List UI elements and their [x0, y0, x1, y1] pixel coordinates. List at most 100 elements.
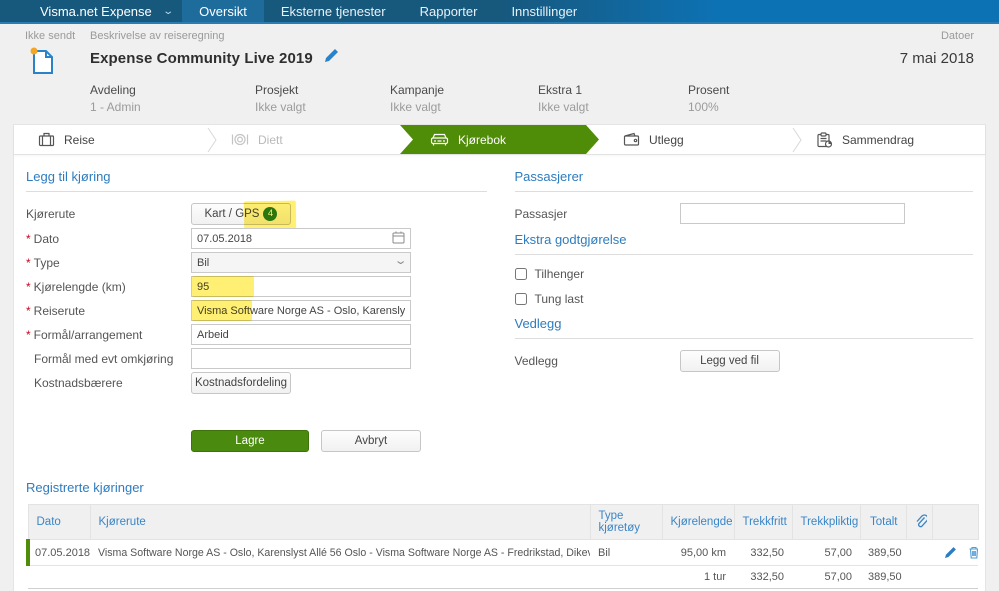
kjorelengde-input[interactable] — [191, 276, 411, 297]
tab-utlegg[interactable]: Utlegg — [599, 125, 792, 154]
tab-label: Kjørebok — [458, 132, 507, 147]
field-label: Ekstra 1 — [538, 83, 583, 97]
dato-label: * Dato — [26, 231, 60, 246]
dates-label: Datoer — [940, 30, 974, 42]
passasjer-input[interactable] — [679, 203, 905, 224]
reiserute-input[interactable] — [191, 300, 411, 321]
legg-ved-fil-button[interactable]: Legg ved fil — [679, 350, 780, 372]
plate-icon — [231, 133, 249, 146]
nav-item-rapporter[interactable]: Rapporter — [403, 0, 495, 22]
cell-attachment — [906, 539, 932, 566]
tab-label: Utlegg — [649, 132, 684, 147]
required-asterisk: * — [26, 303, 31, 318]
app-brand[interactable]: Visma.net Expense ⌄ — [0, 0, 182, 22]
tab-reise[interactable]: Reise — [14, 125, 207, 154]
chevron-down-icon: ⌄ — [162, 5, 174, 17]
col-kjorerute[interactable]: Kjørerute — [89, 504, 591, 540]
tilhenger-checkbox-label: Tilhenger — [534, 267, 585, 281]
col-trekkpliktig[interactable]: Trekkpliktig — [791, 504, 861, 540]
cancel-button[interactable]: Avbryt — [321, 430, 421, 452]
cell-totalt: 389,50 — [860, 539, 906, 566]
col-trekkfritt[interactable]: Trekkfritt — [733, 504, 793, 540]
col-actions — [931, 504, 979, 540]
col-kjorelengde[interactable]: Kjørelengde — [661, 504, 735, 540]
suitcase-icon — [38, 132, 55, 147]
cell-trekkfritt: 332,50 — [734, 539, 792, 566]
tab-kjorebok[interactable]: Kjørebok — [400, 125, 599, 154]
header-field-ekstra1: Ekstra 1 Ikke valgt — [538, 83, 688, 114]
drivings-table: Dato Kjørerute Type kjøretøy Kjørelengde… — [26, 504, 979, 589]
tung-last-checkbox[interactable] — [514, 293, 527, 305]
delete-row-trash-icon[interactable] — [968, 546, 978, 559]
kart-gps-button[interactable]: Kart / GPS 4 — [191, 200, 297, 230]
tilhenger-checkbox[interactable] — [514, 268, 527, 280]
nav-item-innstillinger[interactable]: Innstillinger — [494, 0, 594, 22]
date-value: 7 mai 2018 — [899, 50, 974, 67]
table-total-row: 1 tur 332,50 57,00 389,50 — [28, 565, 978, 589]
vedlegg-label: Vedlegg — [514, 354, 558, 368]
save-button[interactable]: Lagre — [191, 430, 309, 452]
nav-item-eksterne-tjenester[interactable]: Eksterne tjenester — [264, 0, 403, 22]
cell-kjorelengde: 95,00 km — [662, 539, 734, 566]
nav-item-oversikt[interactable]: Oversikt — [182, 0, 264, 22]
cell-actions — [932, 539, 978, 566]
section-title-passasjerer: Passasjerer — [514, 169, 973, 192]
passasjer-label: Passasjer — [514, 206, 568, 221]
main-card: Reise Diett Kjørebok Utlegg Sammendrag L… — [13, 124, 986, 591]
field-label: Avdeling — [90, 83, 136, 97]
edit-title-pencil-icon[interactable] — [323, 48, 339, 69]
tab-sammendrag[interactable]: Sammendrag — [792, 125, 985, 154]
type-label: * Type — [26, 255, 60, 270]
col-attachments — [905, 504, 933, 540]
total-trekkpliktig: 57,00 — [792, 565, 860, 589]
add-driving-panel: Legg til kjøring Kjørerute Kart / GPS 4 … — [26, 169, 487, 452]
omkjoring-label: Formål med evt omkjøring — [34, 351, 174, 366]
dato-input[interactable] — [191, 228, 411, 249]
type-select[interactable] — [191, 252, 411, 273]
table-row[interactable]: 07.05.2018 Visma Software Norge AS - Osl… — [26, 539, 978, 566]
cell-kjorerute: Visma Software Norge AS - Oslo, Karensly… — [90, 539, 590, 566]
paperclip-icon — [916, 513, 928, 527]
kjorerute-label: Kjørerute — [26, 207, 76, 221]
registered-drivings-section: Registrerte kjøringer Dato Kjørerute Typ… — [26, 480, 979, 589]
header-field-avdeling: Avdeling 1 - Admin — [90, 83, 255, 114]
kostnadsbaerere-label: Kostnadsbærere — [34, 376, 123, 390]
section-title-vedlegg: Vedlegg — [514, 316, 973, 339]
header-field-kampanje: Kampanje Ikke valgt — [390, 83, 538, 114]
formal-input[interactable] — [191, 324, 411, 345]
col-dato[interactable]: Dato — [27, 504, 91, 540]
omkjoring-input[interactable] — [191, 348, 411, 369]
field-value: Ikke valgt — [538, 100, 589, 114]
required-asterisk: * — [26, 327, 31, 342]
status-label: Ikke sendt — [25, 30, 76, 42]
required-asterisk: * — [26, 255, 31, 270]
field-value: 1 - Admin — [90, 100, 141, 114]
tab-label: Reise — [64, 132, 95, 147]
required-asterisk: * — [26, 231, 31, 246]
field-value: Ikke valgt — [255, 100, 306, 114]
field-value: 100% — [688, 100, 719, 114]
top-navbar: Visma.net Expense ⌄ Oversikt Eksterne tj… — [0, 0, 999, 24]
tab-diett[interactable]: Diett — [207, 125, 400, 154]
field-label: Prosent — [688, 83, 730, 97]
expense-header: Ikke sendt Beskrivelse av reiseregning E… — [0, 24, 999, 114]
formal-label: * Formål/arrangement — [26, 327, 143, 342]
field-value: Ikke valgt — [390, 100, 441, 114]
col-totalt[interactable]: Totalt — [859, 504, 907, 540]
table-title: Registrerte kjøringer — [26, 480, 144, 495]
required-asterisk: * — [26, 279, 31, 294]
kjorelengde-label: * Kjørelengde (km) — [26, 279, 126, 294]
wizard-tabs: Reise Diett Kjørebok Utlegg Sammendrag — [14, 125, 985, 155]
passengers-panel: Passasjerer Passasjer Ekstra godtgjørels… — [514, 169, 973, 452]
document-status-icon — [30, 47, 90, 82]
kostnadsfordeling-button[interactable]: Kostnadsfordeling — [191, 372, 291, 394]
cell-type: Bil — [590, 539, 662, 566]
field-label: Prosjekt — [255, 83, 299, 97]
tab-label: Sammendrag — [842, 132, 915, 147]
description-label: Beskrivelse av reiseregning — [90, 30, 225, 42]
wallet-icon — [623, 132, 640, 146]
car-icon — [430, 132, 449, 147]
cell-dato: 07.05.2018 — [26, 539, 90, 566]
col-type[interactable]: Type kjøretøy — [589, 504, 663, 540]
edit-row-pencil-icon[interactable] — [944, 546, 957, 559]
